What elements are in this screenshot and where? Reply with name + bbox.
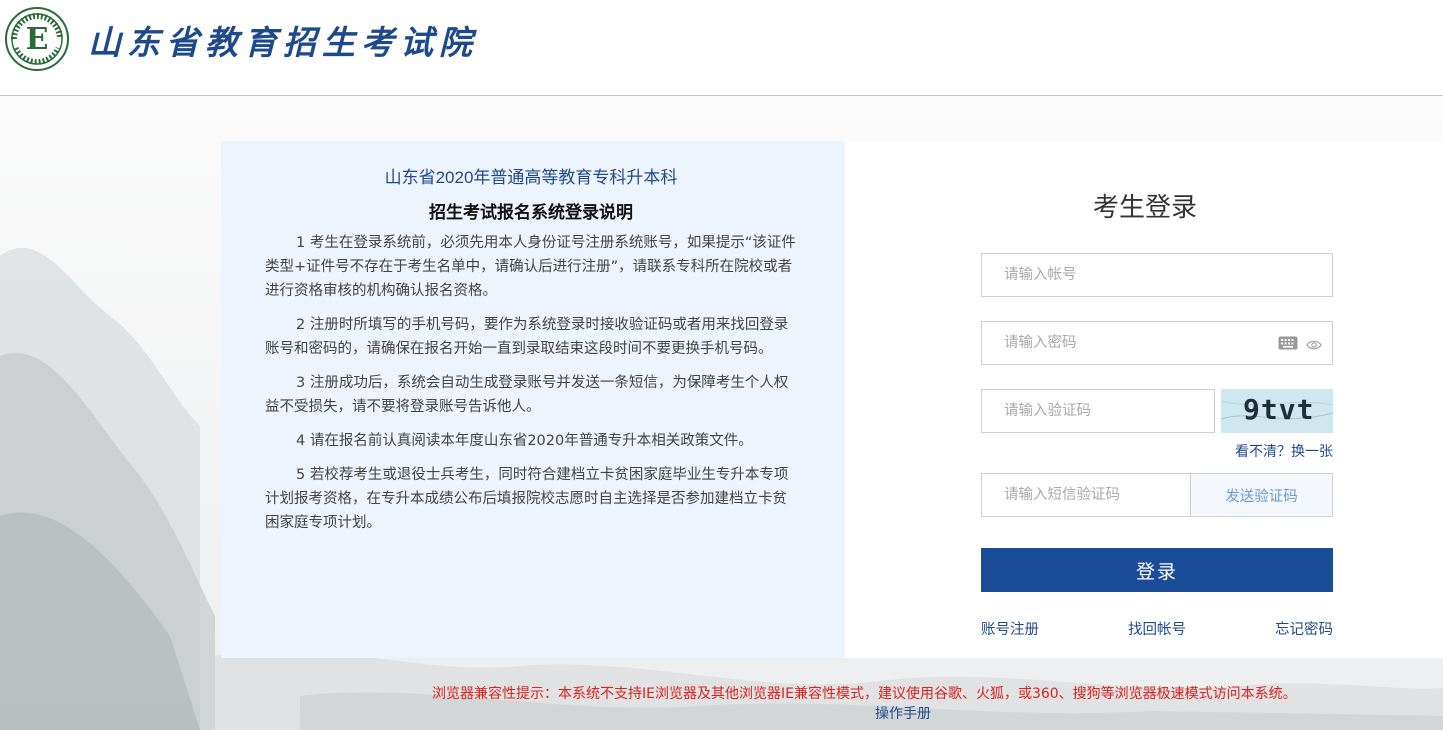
login-panel: 考生登录 请输入帐号 请输入验证码 9tvt 看不清？换一张 请输入短信验证码 … — [845, 141, 1443, 658]
browser-compat-notice: 浏览器兼容性提示：本系统不支持IE浏览器及其他浏览器IE兼容性模式，建议使用谷歌… — [432, 686, 1297, 702]
captcha-input[interactable] — [982, 390, 1214, 432]
captcha-image[interactable]: 9tvt — [1221, 389, 1333, 433]
site-logo: E — [4, 6, 70, 72]
notice-item-5: 5 若校荐考生或退役士兵考生，同时符合建档立卡贫困家庭毕业生专升本专项计划报考资… — [265, 467, 789, 531]
login-instructions-panel: 山东省2020年普通高等教育专科升本科 招生考试报名系统登录说明 1 考生在登录… — [221, 141, 845, 658]
account-input[interactable] — [982, 254, 1332, 296]
user-manual-link[interactable]: 操作手册 — [875, 703, 931, 723]
forgot-password-link[interactable]: 忘记密码 — [1275, 618, 1333, 639]
send-code-button[interactable]: 发送验证码 — [1190, 474, 1332, 516]
recover-account-link[interactable]: 找回帐号 — [1128, 618, 1186, 639]
captcha-text: 9tvt — [1243, 393, 1315, 426]
register-link[interactable]: 账号注册 — [981, 618, 1039, 639]
password-icons — [1278, 335, 1322, 355]
svg-text:E: E — [26, 22, 49, 57]
show-password-eye-icon[interactable] — [1306, 336, 1322, 355]
notice-item-1: 1 考生在登录系统前，必须先用本人身份证号注册系统账号，如果提示“该证件类型+证… — [265, 235, 796, 299]
password-field — [981, 321, 1333, 365]
notice-title: 山东省2020年普通高等教育专科升本科 — [384, 168, 678, 187]
notice-item-4: 4 请在报名前认真阅读本年度山东省2020年普通专升本相关政策文件。 — [296, 433, 753, 449]
page-header: E 山东省教育招生考试院 — [0, 0, 1443, 96]
notice-subtitle: 招生考试报名系统登录说明 — [429, 203, 633, 223]
sms-code-field: 发送验证码 — [981, 473, 1333, 517]
site-title: 山东省教育招生考试院 — [88, 23, 478, 62]
login-button[interactable]: 登录 — [981, 548, 1333, 592]
keyboard-icon[interactable] — [1278, 335, 1298, 355]
account-links: 账号注册 找回帐号 忘记密码 — [981, 618, 1333, 639]
login-title: 考生登录 — [1092, 193, 1197, 223]
account-field — [981, 253, 1333, 297]
notice-item-2: 2 注册时所填写的手机号码，要作为系统登录时接收验证码或者用来找回登录账号和密码… — [265, 317, 789, 357]
sms-code-input[interactable] — [982, 474, 1190, 516]
notice-item-3: 3 注册成功后，系统会自动生成登录账号并发送一条短信，为保障考生个人权益不受损失… — [265, 375, 789, 415]
refresh-captcha-link[interactable]: 看不清？换一张 — [1235, 441, 1333, 461]
captcha-field — [981, 389, 1215, 433]
